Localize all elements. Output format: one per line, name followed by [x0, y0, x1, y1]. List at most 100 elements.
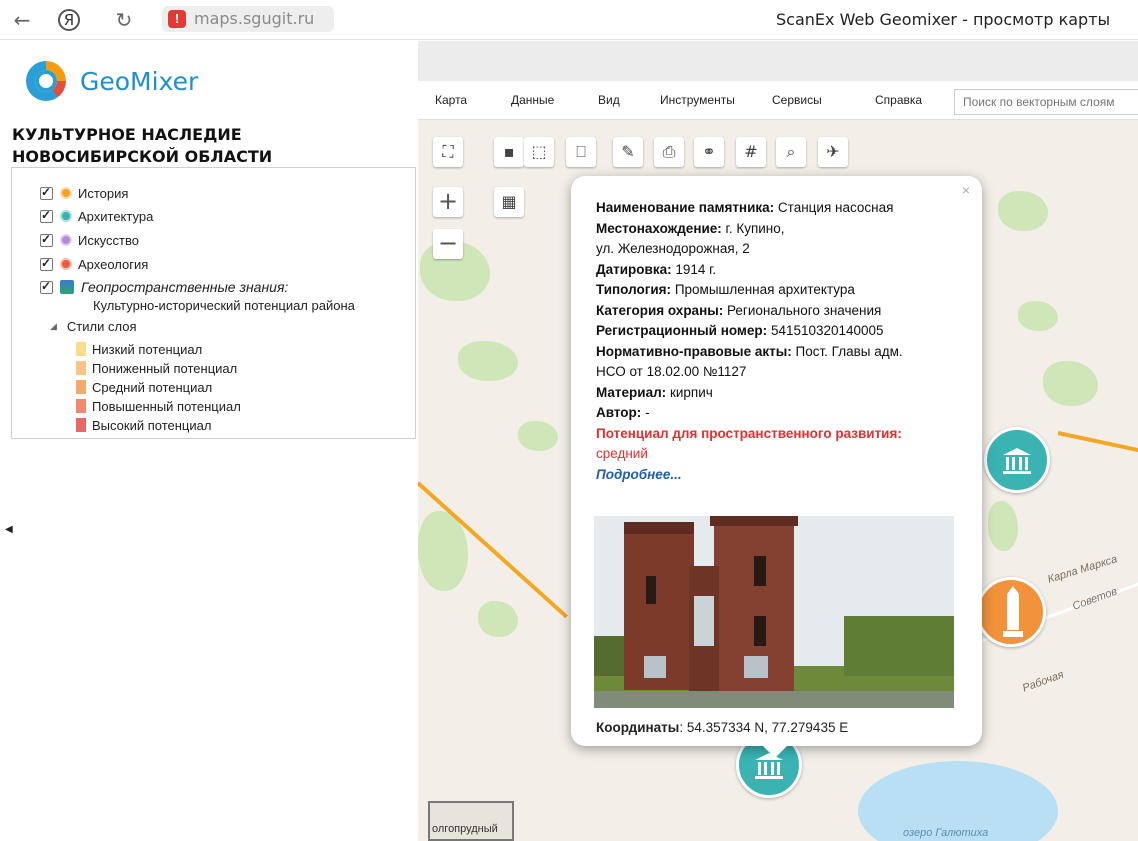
swatch	[76, 342, 86, 356]
draw-button[interactable]: ✎	[613, 137, 643, 167]
style-label: Низкий потенциал	[92, 341, 203, 357]
park-area	[1018, 301, 1058, 331]
layer-label: Архитектура	[78, 208, 154, 224]
architecture-icon	[60, 210, 72, 222]
minimap-label: олгопрудный	[432, 823, 498, 835]
zoom-area-button[interactable]: ⌕	[776, 137, 806, 167]
menu-services[interactable]: Сервисы	[772, 93, 822, 107]
layer-styles-toggle[interactable]: ◢ Стили слоя	[50, 319, 137, 334]
warning-icon[interactable]: !	[168, 10, 186, 28]
select-area-button[interactable]: ⬚	[524, 137, 554, 167]
layer-item-archaeology[interactable]: Археология	[40, 255, 148, 273]
yandex-icon[interactable]: Я	[58, 9, 80, 31]
layer-item-geo-knowledge[interactable]: Геопространственные знания:	[40, 278, 288, 296]
styles-label: Стили слоя	[66, 319, 137, 334]
url-text: maps.sgugit.ru	[194, 9, 315, 28]
close-icon[interactable]: ×	[962, 182, 970, 198]
park-area	[1043, 361, 1098, 406]
swatch	[76, 380, 86, 394]
monument-icon	[1003, 448, 1031, 474]
field-acts-cont: НСО от 18.02.00 №1127	[596, 364, 747, 379]
park-area	[988, 501, 1018, 551]
layer-label: Археология	[78, 256, 149, 272]
water-tower-photo	[594, 516, 954, 708]
back-icon[interactable]: ←	[10, 8, 34, 32]
style-item-increased: Повышенный потенциал	[76, 397, 241, 415]
browser-toolbar: ← Я ↻ ! maps.sgugit.ru ScanEx Web Geomix…	[0, 0, 1138, 40]
style-label: Средний потенциал	[92, 379, 213, 395]
popup-content: Наименование памятника: Станция насосная…	[596, 198, 936, 485]
layer-label: Геопространственные знания:	[81, 279, 289, 295]
layer-sublabel: Культурно-исторический потенциал района	[93, 298, 355, 313]
print-button[interactable]: ⎙	[654, 137, 684, 167]
layer-item-art[interactable]: Искусство	[40, 231, 139, 249]
link-button[interactable]: ⚭	[694, 137, 724, 167]
more-link[interactable]: Подробнее...	[596, 465, 936, 486]
park-area	[518, 421, 558, 451]
geomixer-logo[interactable]: GeoMixer	[26, 61, 198, 101]
save-button[interactable]: ▪	[494, 137, 524, 167]
logo-text: GeoMixer	[80, 66, 199, 96]
main-menu: Карта Данные Вид Инструменты Сервисы Спр…	[418, 81, 1138, 120]
layer-checkbox[interactable]	[40, 185, 53, 200]
field-dating: Датировка: 1914 г.	[596, 261, 717, 277]
street-label: Рабочая	[1020, 668, 1066, 695]
bookmark-button[interactable]: ⎕	[566, 137, 596, 167]
layer-item-history[interactable]: История	[40, 184, 128, 202]
field-potential-value: средний	[596, 446, 648, 461]
layer-checkbox[interactable]	[40, 279, 53, 294]
address-bar[interactable]: ! maps.sgugit.ru	[162, 6, 334, 32]
map-header-strip	[418, 41, 1138, 81]
menu-data[interactable]: Данные	[511, 93, 554, 107]
field-material: Материал: кирпич	[596, 384, 713, 400]
style-item-high: Высокий потенциал	[76, 416, 211, 434]
layer-checkbox[interactable]	[40, 208, 53, 223]
layer-label: Искусство	[78, 232, 139, 248]
collapse-sidebar-icon[interactable]: ◀	[5, 524, 13, 535]
raster-layer-icon	[60, 280, 74, 294]
popup-tail	[761, 744, 789, 758]
obelisk-icon	[1003, 586, 1023, 637]
search-input[interactable]	[954, 89, 1138, 115]
minimap[interactable]: олгопрудный	[428, 801, 514, 841]
zoom-in-button[interactable]: +	[433, 187, 463, 217]
history-marker[interactable]	[976, 577, 1046, 647]
grid-button[interactable]: #	[736, 137, 766, 167]
menu-view[interactable]: Вид	[598, 93, 620, 107]
field-name: Наименование памятника: Станция насосная	[596, 200, 894, 215]
fullscreen-button[interactable]: ⛶	[433, 137, 463, 167]
art-icon	[60, 234, 72, 246]
map-title: КУЛЬТУРНОЕ НАСЛЕДИЕ НОВОСИБИРСКОЙ ОБЛАСТ…	[12, 125, 273, 166]
pin-button[interactable]: ✈	[818, 137, 848, 167]
zoom-out-button[interactable]: −	[433, 229, 463, 259]
menu-help[interactable]: Справка	[875, 93, 922, 107]
reload-icon[interactable]: ↻	[112, 8, 136, 32]
swatch	[76, 399, 86, 413]
swatch	[76, 418, 86, 432]
field-acts: Нормативно-правовые акты: Пост. Главы ад…	[596, 343, 903, 359]
swatch	[76, 361, 86, 375]
layers-tree: История Архитектура Искусство Археология…	[11, 167, 416, 439]
street-label: Карла Маркса	[1046, 553, 1119, 586]
layer-item-architecture[interactable]: Архитектура	[40, 207, 153, 225]
object-info-popup: × Наименование памятника: Станция насосн…	[571, 176, 982, 758]
menu-tools[interactable]: Инструменты	[660, 93, 735, 107]
field-author: Автор: -	[596, 405, 650, 420]
architecture-marker[interactable]	[984, 427, 1050, 493]
style-label: Пониженный потенциал	[92, 360, 238, 376]
menu-map[interactable]: Карта	[435, 93, 467, 107]
coordinates: Координаты: 54.357334 N, 77.279435 E	[596, 720, 849, 735]
layer-checkbox[interactable]	[40, 232, 53, 247]
park-area	[478, 601, 518, 637]
field-regnum: Регистрационный номер: 541510320140005	[596, 323, 884, 338]
style-item-reduced: Пониженный потенциал	[76, 359, 237, 377]
lake-label: озеро Галютиха	[903, 827, 989, 839]
layer-checkbox[interactable]	[40, 256, 53, 271]
collapse-triangle-icon: ◢	[50, 321, 57, 331]
sidebar: GeoMixer КУЛЬТУРНОЕ НАСЛЕДИЕ НОВОСИБИРСК…	[0, 41, 418, 841]
base-layers-button[interactable]: ▦	[494, 187, 524, 217]
monument-photo	[594, 516, 954, 708]
style-item-medium: Средний потенциал	[76, 378, 212, 396]
style-label: Высокий потенциал	[92, 417, 212, 433]
field-typology: Типология: Промышленная архитектура	[596, 282, 855, 297]
